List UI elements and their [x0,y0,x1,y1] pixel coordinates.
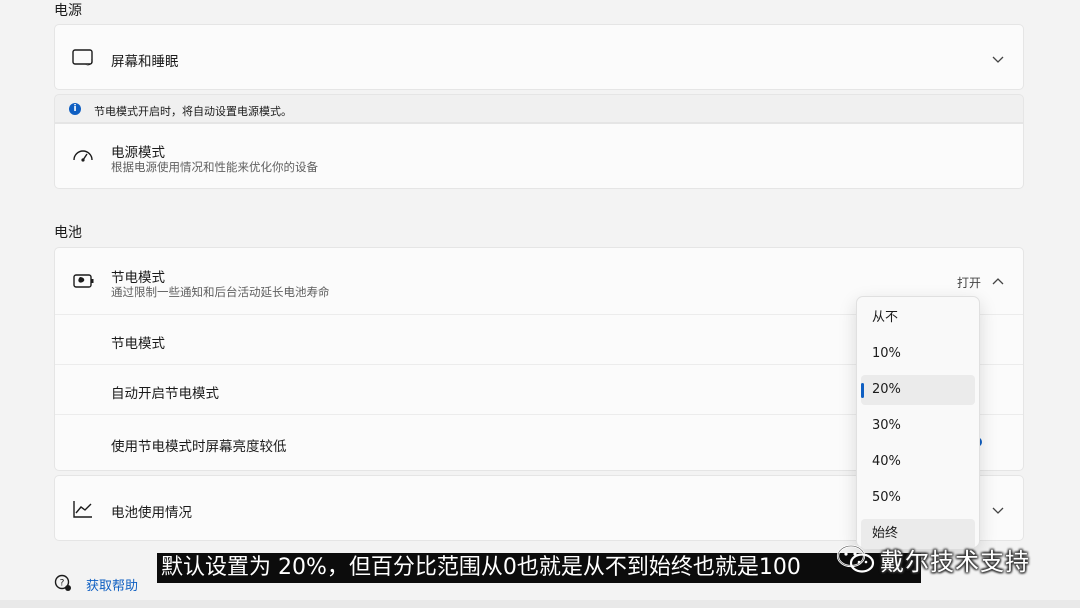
power-mode-title: 电源模式 [111,145,165,161]
dropdown-option-label: 20% [872,382,901,397]
auto-on-threshold-dropdown[interactable]: 从不 10% 20% 30% 40% 50% 始终 [856,296,980,549]
chevron-down-icon[interactable] [991,51,1005,65]
watermark: 戴尔技术支持 [836,541,1030,577]
dropdown-option-10[interactable]: 10% [861,339,975,369]
screen-sleep-icon [71,46,95,70]
dropdown-option-never[interactable]: 从不 [861,303,975,333]
dropdown-option-20-selected[interactable]: 20% [861,375,975,405]
battery-usage-label: 电池使用情况 [111,505,192,521]
power-mode-subtitle: 根据电源使用情况和性能来优化你的设备 [111,160,318,174]
dropdown-option-30[interactable]: 30% [861,411,975,441]
battery-saver-title: 节电模式 [111,270,165,286]
taskbar [0,600,1080,608]
battery-saver-sub-label: 节电模式 [111,336,165,352]
auto-on-label: 自动开启节电模式 [111,386,219,402]
get-help-link[interactable]: 获取帮助 [86,575,138,594]
chart-icon [71,497,95,521]
battery-saver-subtitle: 通过限制一些通知和后台活动延长电池寿命 [111,285,330,299]
watermark-text: 戴尔技术支持 [880,547,1030,576]
battery-saver-icon [71,269,95,293]
power-mode-gauge-icon [71,144,95,168]
info-bar: i 节电模式开启时，将自动设置电源模式。 [54,94,1024,123]
screen-sleep-label: 屏幕和睡眠 [111,54,179,70]
chevron-up-icon[interactable] [991,274,1005,288]
info-icon: i [69,103,81,115]
wechat-logo-icon [836,543,876,575]
power-section-title: 电源 [54,3,82,19]
battery-saver-status: 打开 [956,276,981,290]
info-text: 节电模式开启时，将自动设置电源模式。 [94,105,292,118]
video-caption: 默认设置为 20%，但百分比范围从0也就是从不到始终也就是100 [157,553,921,583]
svg-text:?: ? [60,579,65,589]
selection-indicator [861,383,864,398]
dim-screen-label: 使用节电模式时屏幕亮度较低 [111,439,287,455]
chevron-down-icon[interactable] [991,502,1005,516]
screen-sleep-card[interactable]: 屏幕和睡眠 [54,24,1024,90]
help-icon: ? [54,574,72,592]
dropdown-option-50[interactable]: 50% [861,483,975,513]
power-mode-card[interactable]: 电源模式 根据电源使用情况和性能来优化你的设备 [54,123,1024,189]
battery-section-title: 电池 [54,225,82,241]
dropdown-option-40[interactable]: 40% [861,447,975,477]
